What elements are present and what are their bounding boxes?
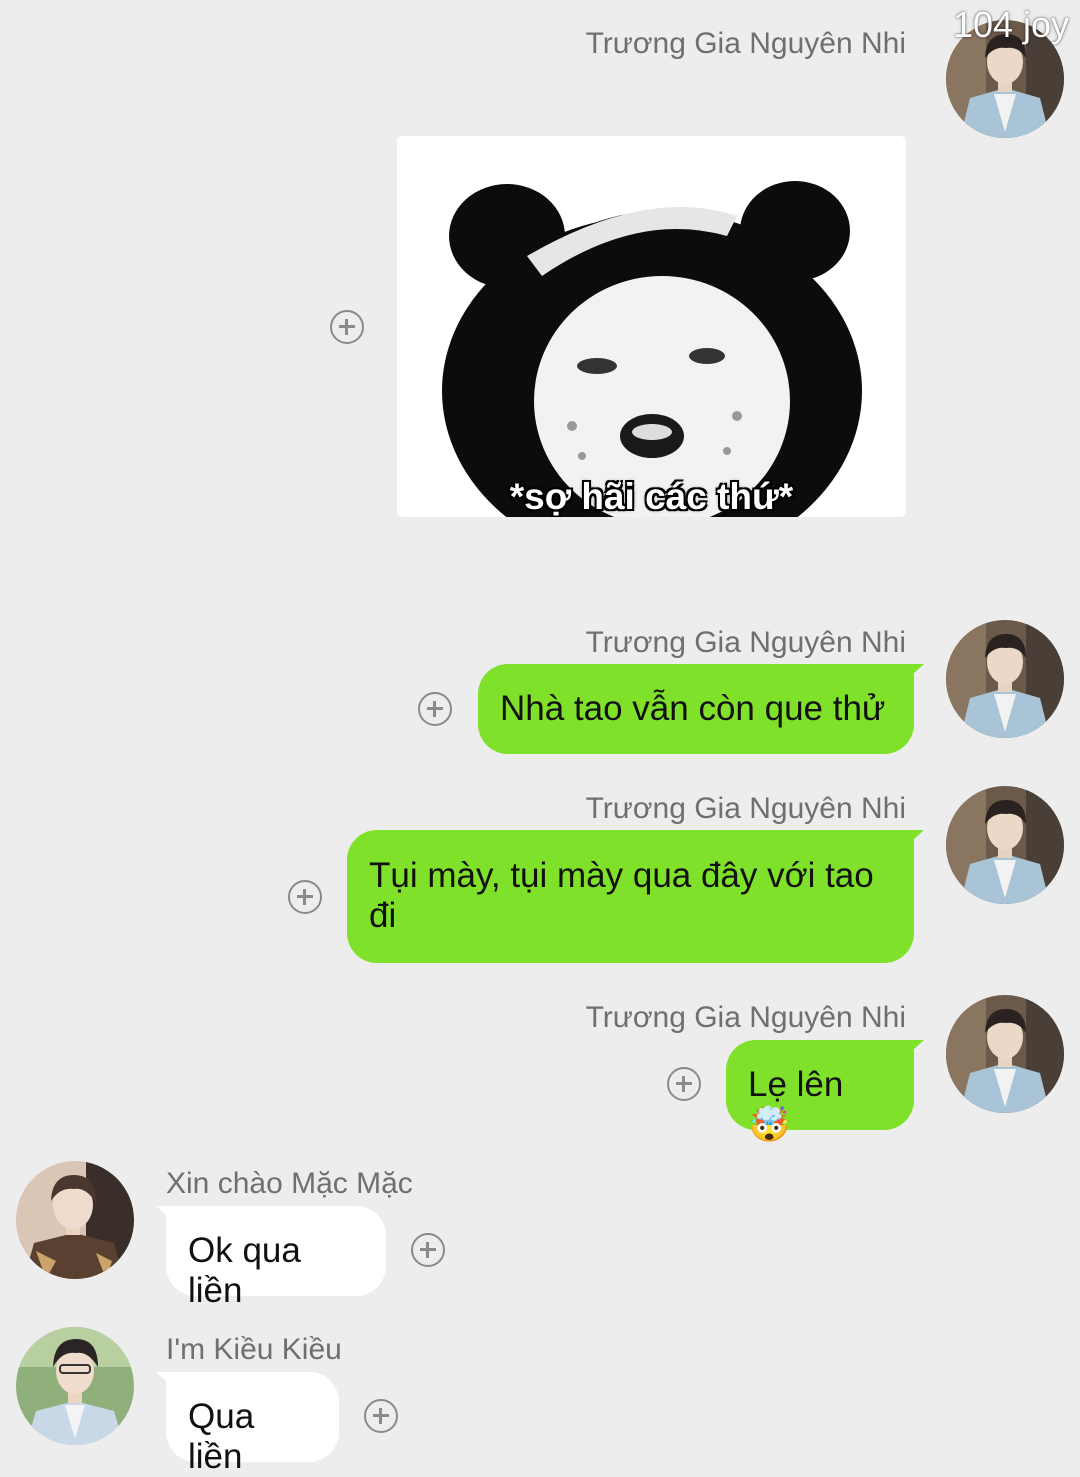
avatar[interactable]: [16, 1327, 134, 1445]
exploding-head-emoji-icon: 🤯: [748, 1105, 791, 1145]
message-bubble[interactable]: Qua liền: [156, 1372, 339, 1476]
sender-name: Trương Gia Nguyên Nhi: [585, 792, 906, 825]
message-bubble[interactable]: Tụi mày, tụi mày qua đây với tao đi: [347, 830, 924, 963]
watermark-text: 104 joy: [952, 4, 1070, 45]
add-reaction-icon[interactable]: [364, 1399, 398, 1433]
sender-name: Trương Gia Nguyên Nhi: [585, 27, 906, 60]
add-reaction-icon[interactable]: [418, 692, 452, 726]
sticker-image[interactable]: *sợ hãi các thứ*: [397, 136, 906, 517]
sticker-caption: *sợ hãi các thứ*: [509, 476, 794, 517]
add-reaction-icon[interactable]: [330, 310, 364, 344]
sender-name: Trương Gia Nguyên Nhi: [585, 1001, 906, 1034]
message-text: Ok qua liền: [188, 1231, 301, 1310]
message-text: Nhà tao vẫn còn que thử: [500, 689, 886, 728]
message-text: Qua liền: [188, 1397, 255, 1476]
sender-name: Xin chào Mặc Mặc: [166, 1167, 413, 1200]
message-text: Tụi mày, tụi mày qua đây với tao đi: [369, 856, 874, 935]
message-bubble[interactable]: Lẹ lên 🤯: [726, 1040, 924, 1145]
message-bubble[interactable]: Ok qua liền: [156, 1206, 386, 1310]
add-reaction-icon[interactable]: [288, 880, 322, 914]
add-reaction-icon[interactable]: [411, 1233, 445, 1267]
avatar[interactable]: [946, 995, 1064, 1113]
avatar[interactable]: [946, 620, 1064, 738]
avatar[interactable]: [946, 786, 1064, 904]
message-text: Lẹ lên: [748, 1065, 844, 1104]
sender-name: I'm Kiều Kiều: [166, 1333, 342, 1366]
message-bubble[interactable]: Nhà tao vẫn còn que thử: [478, 664, 924, 754]
add-reaction-icon[interactable]: [667, 1067, 701, 1101]
sender-name: Trương Gia Nguyên Nhi: [585, 626, 906, 659]
avatar[interactable]: [16, 1161, 134, 1279]
